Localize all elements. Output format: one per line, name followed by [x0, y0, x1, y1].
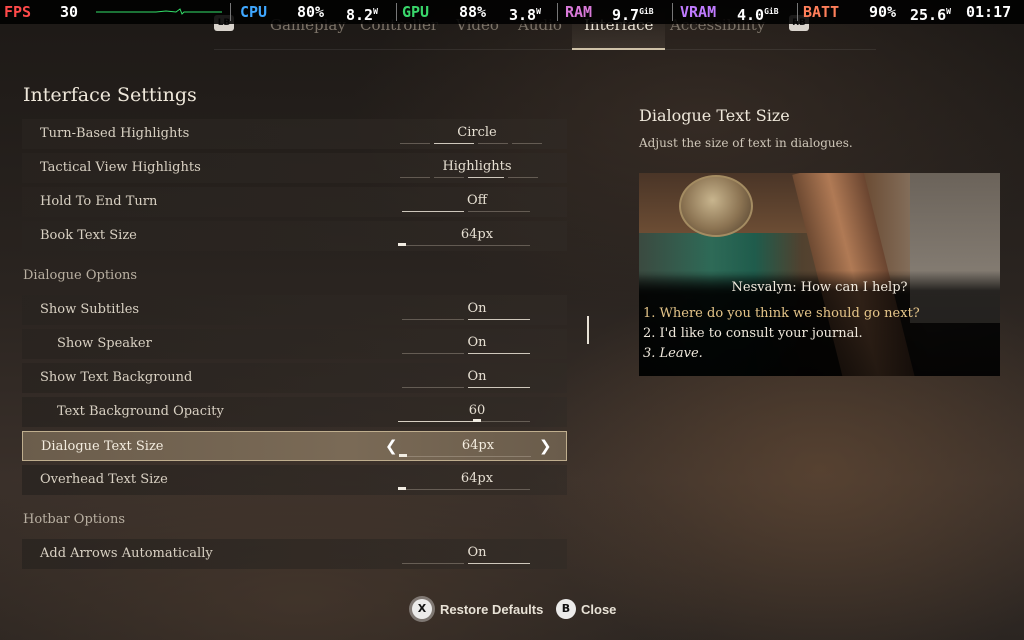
cpu-label: CPU: [240, 3, 268, 21]
setting-show-text-background[interactable]: Show Text Background On: [22, 363, 567, 393]
gpu-usage: 88%: [459, 3, 487, 21]
scrollbar-thumb[interactable]: [587, 316, 589, 344]
x-button-icon[interactable]: X: [412, 599, 432, 619]
setting-label: Show Text Background: [40, 370, 193, 385]
vram-label: VRAM: [680, 3, 717, 21]
vram-value: 4.0GiB: [737, 6, 779, 24]
setting-label: Tactical View Highlights: [40, 160, 201, 175]
restore-defaults-button[interactable]: Restore Defaults: [440, 602, 543, 617]
setting-value: 60: [468, 403, 486, 418]
b-button-icon[interactable]: B: [556, 599, 576, 619]
dialogue-option: 3. Leave.: [643, 346, 703, 361]
description-text: Adjust the size of text in dialogues.: [639, 136, 853, 150]
setting-label: Text Background Opacity: [57, 404, 224, 419]
setting-text-background-opacity[interactable]: Text Background Opacity 60: [22, 397, 567, 427]
frametime-graph: [96, 8, 222, 15]
setting-value: 64px: [460, 227, 494, 242]
gpu-label: GPU: [402, 3, 430, 21]
setting-label: Show Speaker: [57, 336, 152, 351]
fps-value: 30: [60, 3, 79, 21]
setting-show-subtitles[interactable]: Show Subtitles On: [22, 295, 567, 325]
setting-value: Off: [467, 193, 487, 208]
setting-value: On: [467, 301, 487, 316]
ram-value: 9.7GiB: [612, 6, 654, 24]
gpu-power: 3.8W: [509, 6, 541, 24]
setting-label: Turn-Based Highlights: [40, 126, 190, 141]
setting-label: Show Subtitles: [40, 302, 140, 317]
ram-label: RAM: [565, 3, 593, 21]
section-heading-hotbar: Hotbar Options: [23, 512, 126, 527]
setting-value: On: [467, 335, 487, 350]
setting-overhead-text-size[interactable]: Overhead Text Size 64px: [22, 465, 567, 495]
slider-handle[interactable]: [398, 243, 406, 246]
cpu-usage: 80%: [297, 3, 325, 21]
setting-show-speaker[interactable]: Show Speaker On: [22, 329, 567, 359]
setting-dialogue-text-size[interactable]: Dialogue Text Size ❮ 64px ❯: [22, 431, 567, 461]
setting-add-arrows-automatically[interactable]: Add Arrows Automatically On: [22, 539, 567, 569]
setting-turn-based-highlights[interactable]: Turn-Based Highlights Circle: [22, 119, 567, 149]
dialogue-preview-image: Nesvalyn: How can I help? 1. Where do yo…: [639, 173, 1000, 376]
setting-hold-to-end-turn[interactable]: Hold To End Turn Off: [22, 187, 567, 217]
dialogue-option: 1. Where do you think we should go next?: [643, 306, 920, 321]
dialogue-speaker-line: Nesvalyn: How can I help?: [731, 280, 908, 295]
chevron-left-icon[interactable]: ❮: [385, 437, 398, 455]
chevron-right-icon[interactable]: ❯: [539, 437, 552, 455]
setting-label: Dialogue Text Size: [41, 439, 164, 454]
setting-value: On: [467, 369, 487, 384]
setting-label: Hold To End Turn: [40, 194, 158, 209]
setting-label: Add Arrows Automatically: [40, 546, 213, 561]
setting-value: Circle: [457, 125, 497, 140]
setting-tactical-view-highlights[interactable]: Tactical View Highlights Highlights: [22, 153, 567, 183]
close-button[interactable]: Close: [581, 602, 616, 617]
performance-overlay: FPS 30 CPU 80% 8.2W GPU 88% 3.8W RAM 9.7…: [0, 0, 1024, 24]
setting-value: 64px: [460, 471, 494, 486]
dialogue-option: 2. I'd like to consult your journal.: [643, 326, 863, 341]
fps-label: FPS: [4, 3, 32, 21]
slider-handle[interactable]: [399, 454, 407, 457]
setting-value: Highlights: [442, 159, 512, 174]
clock: 01:17: [966, 3, 1012, 21]
setting-value: On: [467, 545, 487, 560]
battery-percent: 90%: [869, 3, 897, 21]
cpu-power: 8.2W: [346, 6, 378, 24]
slider-handle[interactable]: [398, 487, 406, 490]
setting-label: Overhead Text Size: [40, 472, 168, 487]
panel-title: Interface Settings: [23, 84, 197, 106]
setting-value: 64px: [461, 438, 495, 453]
battery-label: BATT: [803, 3, 840, 21]
slider-handle[interactable]: [473, 419, 481, 422]
setting-book-text-size[interactable]: Book Text Size 64px: [22, 221, 567, 251]
battery-power: 25.6W: [910, 6, 951, 24]
setting-label: Book Text Size: [40, 228, 137, 243]
description-title: Dialogue Text Size: [639, 106, 790, 125]
section-heading-dialogue: Dialogue Options: [23, 268, 138, 283]
